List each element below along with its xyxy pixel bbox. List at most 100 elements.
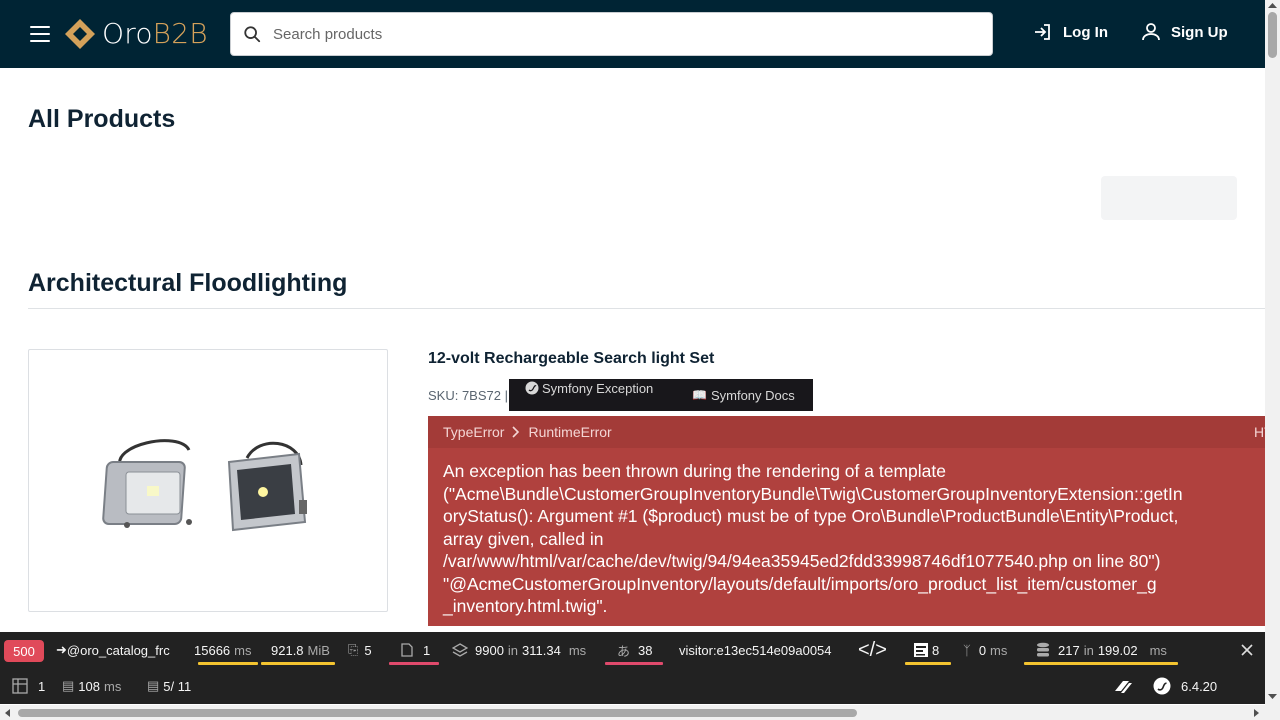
toolbar-row-2: 1 ▤ 108 ms ▤ 5/ 11 6.4.20 (0, 668, 1265, 704)
toolbar-memory[interactable]: 921.8 MiB (261, 632, 335, 668)
events-time: 311.34 (522, 642, 561, 658)
route-label: @oro_catalog_frc (66, 642, 170, 658)
row2-time-unit: ms (104, 678, 122, 694)
translations-bar (605, 662, 663, 665)
horizontal-scroll-thumb[interactable] (18, 709, 857, 717)
search-icon[interactable] (243, 25, 261, 43)
table-icon (12, 678, 28, 694)
tab-symfony-docs-label: Symfony Docs (710, 387, 795, 403)
debug-toolbar: 500 ➜ @oro_catalog_frc 15666 ms 921.8 MiB ⎘… (0, 632, 1265, 704)
twig-count: 8 (932, 642, 940, 658)
memory-unit: MiB (307, 642, 330, 658)
page-title: All Products (28, 105, 176, 133)
toolbar-pages[interactable]: ▤ 5/ 11 (147, 668, 191, 704)
form-icon: ⎘ (348, 642, 359, 657)
translations-value: 38 (638, 642, 653, 658)
scroll-down-icon[interactable] (1268, 694, 1277, 700)
database-icon (1037, 642, 1049, 657)
status-badge[interactable]: 500 (4, 640, 44, 662)
logo-suffix: B2B (152, 17, 208, 50)
branch-icon: ᛉ (963, 642, 971, 658)
divider (28, 308, 1265, 309)
events-in: in (507, 642, 519, 658)
symfony-version-value: 6.4.20 (1181, 678, 1218, 694)
search-box[interactable] (230, 12, 993, 56)
toolbar-tables[interactable]: 1 (12, 668, 45, 704)
logo-text: OroB2B (102, 17, 208, 50)
product-title[interactable]: 12-volt Rechargeable Search light Set (428, 350, 714, 368)
toolbar-twig[interactable]: 8 (905, 632, 951, 668)
db-unit: ms (1149, 642, 1167, 658)
toolbar-logs[interactable]: 1 (389, 632, 439, 668)
toolbar-cache[interactable]: ᛉ 0 ms (963, 632, 1011, 668)
logo-prefix: Oro (102, 17, 153, 50)
logs-bar (389, 662, 439, 665)
db-queries: 217 (1058, 642, 1080, 658)
page-icon: ▤ (62, 678, 75, 693)
login-link[interactable]: Log In (1033, 22, 1108, 42)
logo-icon (65, 18, 95, 49)
site-logo[interactable]: OroB2B (64, 17, 208, 50)
exception-message: An exception has been thrown during the … (443, 461, 1183, 616)
cache-unit: ms (990, 642, 1008, 658)
signup-label: Sign Up (1171, 23, 1228, 41)
symfony-logo-icon (1153, 677, 1171, 695)
forms-value: 5 (364, 642, 372, 658)
exception-box: TypeError RuntimeError HT An exception h… (428, 416, 1265, 626)
toolbar-row2-time[interactable]: ▤ 108 ms (62, 668, 125, 704)
log-icon (401, 643, 413, 657)
placeholder-button[interactable] (1101, 176, 1237, 220)
product-image[interactable] (28, 349, 388, 612)
scroll-left-icon[interactable] (4, 709, 10, 717)
tab-symfony-exception[interactable]: Symfony Exception (525, 379, 653, 397)
time-value: 15666 (194, 642, 231, 658)
user-icon (1142, 23, 1160, 41)
login-icon (1035, 24, 1050, 40)
twig-bar (905, 662, 951, 665)
page: { "header": { "logo_prefix": "Oro", "log… (0, 0, 1280, 720)
events-unit: ms (568, 642, 587, 658)
product-sku: SKU: 7BS72 | (428, 388, 508, 403)
toolbar-symfony-version[interactable]: 6.4.20 (1153, 668, 1217, 704)
layers-icon (452, 643, 468, 657)
db-time: 199.02 (1097, 642, 1138, 658)
memory-bar (261, 662, 335, 665)
tables-value: 1 (38, 678, 46, 694)
signup-link[interactable]: Sign Up (1141, 22, 1228, 42)
twig-icon (914, 643, 928, 657)
scroll-up-icon[interactable] (1268, 2, 1277, 8)
toolbar-forms[interactable]: ⎘ 5 (348, 632, 372, 668)
scroll-right-icon[interactable] (1254, 709, 1260, 717)
book-icon: 📖 (692, 388, 707, 402)
oro-logo-icon[interactable] (1112, 668, 1134, 704)
logs-value: 1 (423, 642, 431, 658)
twig-code-icon[interactable]: </> (858, 632, 887, 668)
db-bar (1024, 662, 1178, 665)
toolbar-route[interactable]: ➜ @oro_catalog_frc (56, 632, 170, 668)
floodlight-image (102, 439, 307, 532)
pages-value: 5/ 11 (163, 678, 192, 694)
search-input[interactable] (273, 25, 953, 43)
toolbar-user[interactable]: visitor:e13ec514e09a0054 (679, 632, 849, 668)
toolbar-time[interactable]: 15666 ms (194, 632, 258, 668)
login-label: Log In (1063, 23, 1108, 41)
toolbar-database[interactable]: 217 in 199.02 ms (1024, 632, 1178, 668)
horizontal-scrollbar[interactable] (0, 705, 1280, 720)
site-header: OroB2B Log In Sign Up (0, 0, 1265, 68)
exception-class-runtimeerror[interactable]: RuntimeError (528, 424, 611, 440)
symfony-tabs: Symfony Exception 📖 Symfony Docs (509, 379, 813, 411)
toolbar-row-1: 500 ➜ @oro_catalog_frc 15666 ms 921.8 MiB ⎘… (0, 632, 1265, 668)
vertical-scrollbar[interactable] (1265, 0, 1280, 705)
category-title: Architectural Floodlighting (28, 269, 348, 297)
menu-icon[interactable] (30, 26, 50, 42)
http-status-label: HT (1254, 424, 1265, 440)
tab-symfony-docs[interactable]: 📖 Symfony Docs (692, 387, 795, 403)
toolbar-events[interactable]: 9900 in 311.34 ms (452, 632, 590, 668)
toolbar-translations[interactable]: あ 38 (605, 632, 663, 668)
time-bar (198, 662, 258, 665)
stack-icon: ▤ (147, 678, 160, 693)
exception-class-typeerror[interactable]: TypeError (443, 424, 504, 440)
exception-breadcrumb: TypeError RuntimeError HT (428, 416, 1265, 448)
close-icon[interactable] (1240, 643, 1254, 657)
vertical-scroll-thumb[interactable] (1268, 12, 1277, 58)
